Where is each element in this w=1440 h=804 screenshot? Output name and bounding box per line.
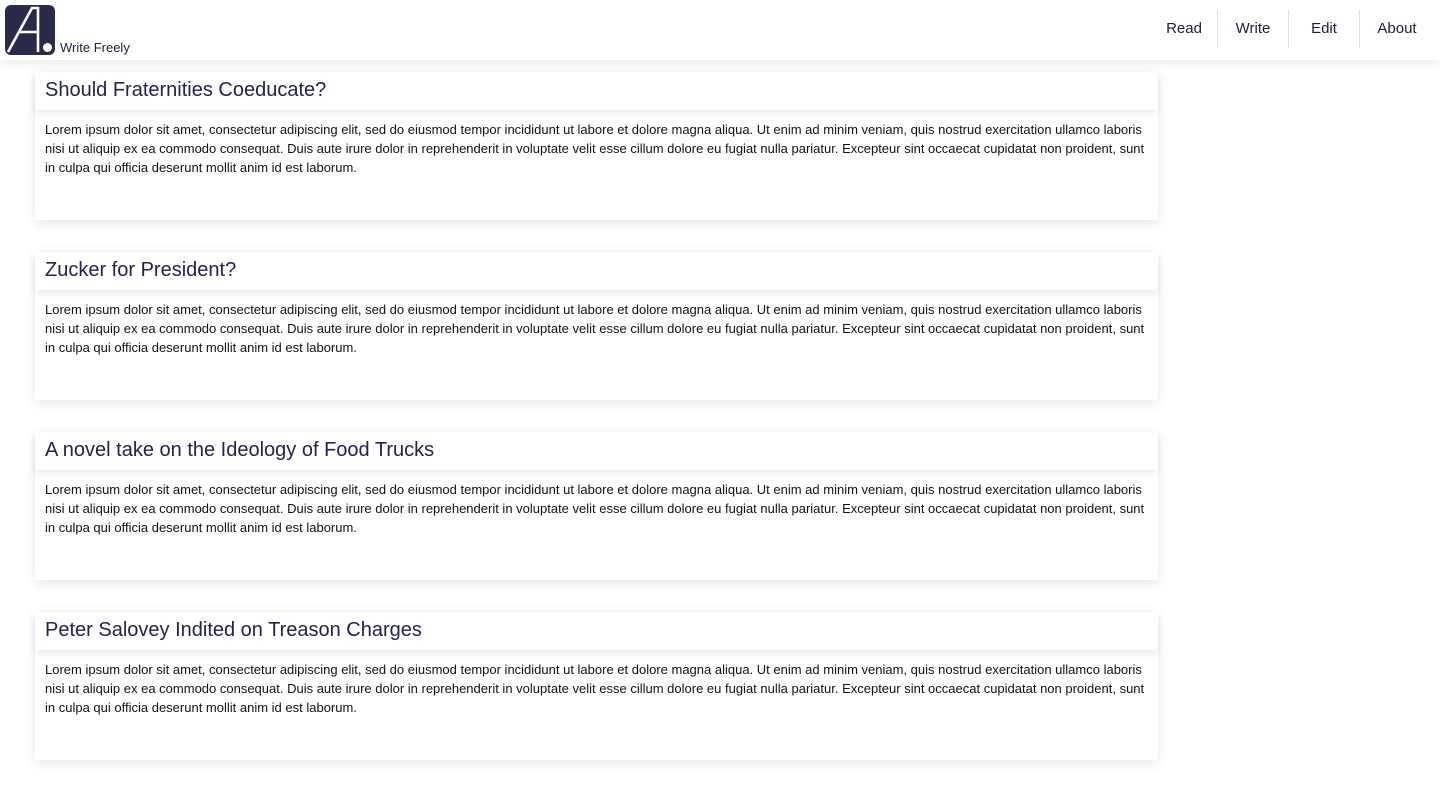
post-card: A novel take on the Ideology of Food Tru…: [35, 432, 1158, 580]
top-navigation-bar: Write Freely Read Write Edit About: [0, 0, 1440, 60]
post-header: Should Fraternities Coeducate?: [35, 72, 1158, 110]
post-title[interactable]: Peter Salovey Indited on Treason Charges: [45, 619, 422, 642]
post-header: A novel take on the Ideology of Food Tru…: [35, 432, 1158, 470]
post-card: Zucker for President? Lorem ipsum dolor …: [35, 252, 1158, 400]
post-header: Peter Salovey Indited on Treason Charges: [35, 612, 1158, 650]
post-title[interactable]: Should Fraternities Coeducate?: [45, 79, 326, 102]
main-nav: Read Write Edit About: [1147, 10, 1440, 48]
post-body: Lorem ipsum dolor sit amet, consectetur …: [45, 302, 1145, 355]
post-title[interactable]: Zucker for President?: [45, 259, 236, 282]
nav-write-link[interactable]: Write: [1217, 10, 1288, 48]
nav-about-link[interactable]: About: [1359, 10, 1440, 48]
post-body: Lorem ipsum dolor sit amet, consectetur …: [45, 662, 1145, 715]
write-freely-logo-icon[interactable]: [5, 5, 55, 55]
nav-read-link[interactable]: Read: [1147, 10, 1217, 48]
post-body: Lorem ipsum dolor sit amet, consectetur …: [45, 482, 1145, 535]
post-header: Zucker for President?: [35, 252, 1158, 290]
brand-name[interactable]: Write Freely: [60, 40, 130, 55]
post-title[interactable]: A novel take on the Ideology of Food Tru…: [45, 439, 434, 462]
post-card: Peter Salovey Indited on Treason Charges…: [35, 612, 1158, 760]
post-body: Lorem ipsum dolor sit amet, consectetur …: [45, 122, 1145, 175]
nav-edit-link[interactable]: Edit: [1288, 10, 1359, 48]
post-card: Should Fraternities Coeducate? Lorem ips…: [35, 72, 1158, 220]
